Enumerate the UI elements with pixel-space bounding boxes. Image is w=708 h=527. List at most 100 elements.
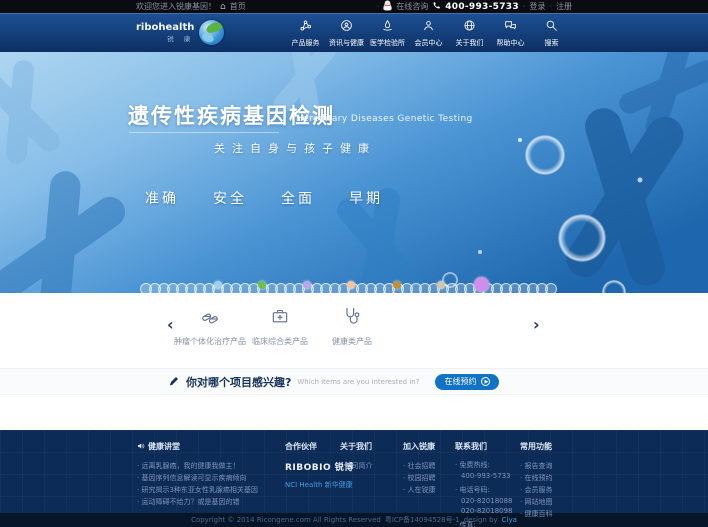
interest-question: 你对哪个项目感兴趣? bbox=[186, 374, 291, 390]
droplet-icon bbox=[381, 17, 394, 36]
brand-logo[interactable]: ribohealth 锐 康 bbox=[136, 20, 224, 45]
molecule-icon bbox=[299, 17, 312, 36]
interest-bar: 你对哪个项目感兴趣? Which items are you intereste… bbox=[0, 368, 708, 395]
footer-link-online-booking[interactable]: 在线预约 bbox=[520, 472, 552, 484]
welcome-text: 欢迎您进入锐康基因！ bbox=[136, 1, 216, 12]
phone-icon bbox=[432, 1, 441, 12]
nav-item-news-health[interactable]: 资讯与健康 bbox=[326, 17, 367, 48]
product-category-health[interactable]: 健康类产品 bbox=[297, 306, 407, 347]
footer-article-link[interactable]: 运动障碍不给力？或是基因的错 bbox=[137, 496, 258, 508]
nav-label: 产品服务 bbox=[292, 38, 320, 48]
contact-phone-label: 电话号码: bbox=[455, 485, 513, 496]
main-nav: ribohealth 锐 康 产品服务 资讯与健康 医学检验所 bbox=[0, 13, 708, 52]
contact-hotline-number: 400-993-5733 bbox=[455, 471, 513, 481]
page: 欢迎您进入锐康基因！ ⌂ 首页 · 在线咨询 400-993-5733 · 登录… bbox=[0, 0, 708, 527]
footer-link-campus-recruit[interactable]: 校园招聘 bbox=[403, 472, 435, 484]
bubble-row bbox=[0, 277, 708, 293]
chat-icon bbox=[504, 17, 517, 36]
online-booking-button[interactable]: 在线预约 ▶ bbox=[435, 374, 499, 390]
hero-underline bbox=[129, 132, 279, 133]
footer-link-member-service[interactable]: 会员服务 bbox=[520, 484, 552, 496]
interest-question-en: Which items are you interested in? bbox=[297, 378, 419, 386]
contact-phone-number: 020-82018098 bbox=[455, 506, 513, 516]
brand-name: ribohealth bbox=[136, 22, 194, 33]
home-link[interactable]: 首页 bbox=[230, 1, 246, 12]
nav-item-member-center[interactable]: 会员中心 bbox=[408, 17, 449, 48]
contact-phone-number: 020-82018088 bbox=[455, 496, 513, 506]
feature-comprehensive: 全面 bbox=[281, 188, 315, 208]
product-carousel: ‹ › 肿瘤个体化治疗产品 临床综合类产品 健康类产品 bbox=[0, 293, 708, 368]
brand-cn: 锐 康 bbox=[136, 33, 194, 43]
stethoscope-icon bbox=[342, 306, 362, 330]
hero-banner: 遗传性疾病基因检测 Hereditary Diseases Genetic Te… bbox=[0, 52, 708, 293]
hotline-number: 400-993-5733 bbox=[445, 2, 519, 12]
nav-label: 会员中心 bbox=[415, 38, 443, 48]
feature-early: 早期 bbox=[349, 188, 383, 208]
booking-button-label: 在线预约 bbox=[444, 376, 476, 387]
footer-col-contact: 联系我们 免费热线: 400-993-5733 电话号码: 020-820180… bbox=[455, 441, 513, 527]
nav-item-products[interactable]: 产品服务 bbox=[285, 17, 326, 48]
globe-icon bbox=[463, 17, 476, 36]
arrow-circle-icon: ▶ bbox=[481, 377, 490, 386]
footer: 健康讲堂 远离乳腺癌，我的健康我做主！ 基因序列信息解读可显示疾病倾向 研究揭示… bbox=[0, 430, 708, 513]
top-utility-bar: 欢迎您进入锐康基因！ ⌂ 首页 · 在线咨询 400-993-5733 · 登录… bbox=[0, 0, 708, 13]
separator: · bbox=[377, 2, 380, 11]
hero-features: 准确 安全 全面 早期 bbox=[145, 188, 383, 208]
footer-article-link[interactable]: 基因序列信息解读可显示疾病倾向 bbox=[137, 472, 258, 484]
search-icon bbox=[545, 17, 558, 36]
footer-article-link[interactable]: 远离乳腺癌，我的健康我做主！ bbox=[137, 460, 258, 472]
footer-col-title: 健康讲堂 bbox=[148, 441, 180, 452]
online-consult-link[interactable]: 在线咨询 bbox=[396, 1, 428, 12]
footer-link-report-query[interactable]: 报告查询 bbox=[520, 460, 552, 472]
footer-col-title: 联系我们 bbox=[455, 441, 513, 452]
globe-logo-icon bbox=[199, 20, 224, 45]
footer-link-social-recruit[interactable]: 社会招聘 bbox=[403, 460, 435, 472]
footer-col-join: 加入锐康 社会招聘 校园招聘 人在锐康 bbox=[403, 441, 435, 496]
nav-item-about-us[interactable]: 关于我们 bbox=[449, 17, 490, 48]
contact-hotline-label: 免费热线: bbox=[455, 460, 513, 471]
copyright-text: Copyright © 2014 Ricongene.com All Right… bbox=[191, 516, 381, 524]
hero-artwork bbox=[0, 52, 708, 293]
nav-item-help-center[interactable]: 帮助中心 bbox=[490, 17, 531, 48]
footer-col-about: 关于我们 公司简介 bbox=[340, 441, 372, 472]
footer-article-link[interactable]: 研究揭示3种东亚女性乳腺癌相关基因 bbox=[137, 484, 258, 496]
copyright-bar: Copyright © 2014 Ricongene.com All Right… bbox=[0, 513, 708, 527]
nav-label: 关于我们 bbox=[456, 38, 484, 48]
nav-item-medical-lab[interactable]: 医学检验所 bbox=[367, 17, 408, 48]
footer-col-functions: 常用功能 报告查询 在线预约 会员服务 网站地图 健康百科 bbox=[520, 441, 552, 520]
hero-tagline: 关注自身与孩子健康 bbox=[214, 140, 376, 156]
qq-icon bbox=[383, 0, 392, 13]
contact-fax-label: 传真: bbox=[455, 520, 513, 527]
hero-subtitle-en: Hereditary Diseases Genetic Testing bbox=[296, 114, 473, 124]
footer-link-company-profile[interactable]: 公司简介 bbox=[340, 460, 372, 472]
nav-label: 资讯与健康 bbox=[329, 38, 364, 48]
medkit-icon bbox=[270, 306, 290, 330]
footer-link-sitemap[interactable]: 网站地图 bbox=[520, 496, 552, 508]
service-icon bbox=[340, 17, 353, 36]
partner-nci-health-logo[interactable]: NCI Health 新华健康 bbox=[285, 480, 354, 490]
footer-link-life-at-company[interactable]: 人在锐康 bbox=[403, 484, 435, 496]
nav-label: 搜索 bbox=[545, 38, 559, 48]
footer-col-title: 关于我们 bbox=[340, 441, 372, 452]
register-link[interactable]: 注册 bbox=[556, 1, 572, 12]
nav-items: 产品服务 资讯与健康 医学检验所 会员中心 关于我们 bbox=[285, 17, 572, 48]
separator: · bbox=[549, 2, 552, 11]
login-link[interactable]: 登录 bbox=[529, 1, 545, 12]
nav-label: 帮助中心 bbox=[497, 38, 525, 48]
spacer bbox=[0, 395, 708, 430]
footer-col-health-class: 健康讲堂 远离乳腺癌，我的健康我做主！ 基因序列信息解读可显示疾病倾向 研究揭示… bbox=[137, 441, 258, 508]
separator: · bbox=[523, 2, 526, 11]
feature-accurate: 准确 bbox=[145, 188, 179, 208]
pen-icon bbox=[168, 372, 180, 391]
home-icon: ⌂ bbox=[220, 2, 226, 12]
footer-col-title: 加入锐康 bbox=[403, 441, 435, 452]
product-category-label: 健康类产品 bbox=[332, 336, 372, 347]
footer-col-title: 常用功能 bbox=[520, 441, 552, 452]
carousel-next-button[interactable]: › bbox=[533, 317, 540, 333]
nav-label: 医学检验所 bbox=[370, 38, 405, 48]
pills-icon bbox=[200, 306, 220, 330]
speaker-icon bbox=[137, 442, 145, 452]
footer-link-health-wiki[interactable]: 健康百科 bbox=[520, 508, 552, 520]
nav-item-search[interactable]: 搜索 bbox=[531, 17, 572, 48]
feature-safe: 安全 bbox=[213, 188, 247, 208]
